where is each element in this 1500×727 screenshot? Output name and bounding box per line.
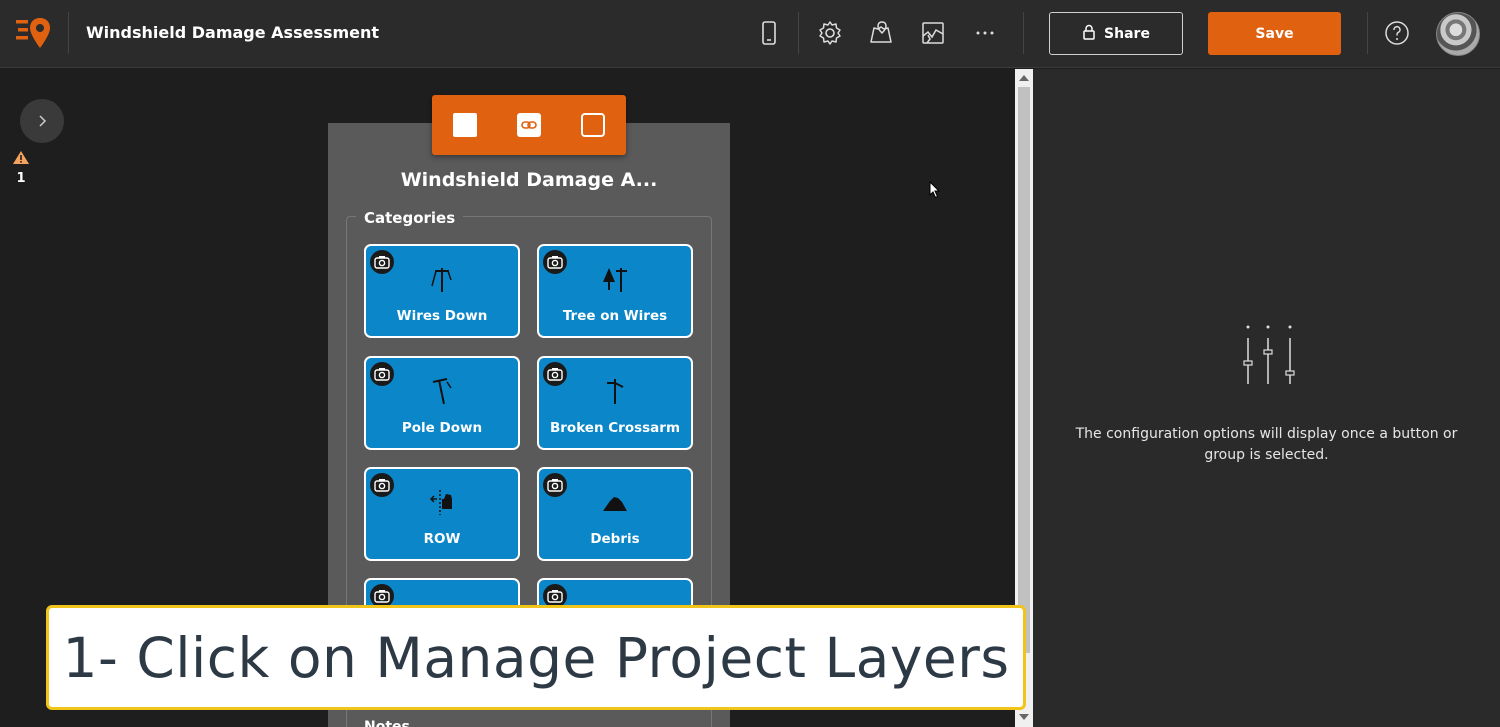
scrollbar-thumb[interactable] — [1018, 87, 1030, 653]
notes-group-label: Notes — [364, 719, 410, 727]
category-label: Tree on Wires — [562, 308, 668, 324]
category-label: Pole Down — [401, 420, 483, 436]
debris-icon — [598, 485, 632, 519]
warning-count: 1 — [16, 171, 26, 186]
category-button-broken-crossarm[interactable]: Broken Crossarm — [537, 356, 693, 450]
divider — [798, 12, 799, 54]
category-label: Debris — [590, 531, 640, 547]
scroll-up-arrow-icon[interactable] — [1019, 75, 1029, 81]
mouse-cursor-icon — [929, 180, 941, 203]
divider — [1023, 12, 1024, 54]
pole-down-icon — [425, 374, 459, 408]
divider — [68, 12, 69, 54]
preview-title: Windshield Damage A... — [400, 169, 658, 191]
category-button-debris[interactable]: Debris — [537, 467, 693, 561]
category-label: Broken Crossarm — [549, 420, 681, 436]
broken-crossarm-icon — [598, 374, 632, 408]
project-layers-icon[interactable] — [918, 18, 948, 48]
camera-icon — [543, 473, 567, 497]
share-button-label: Share — [1104, 25, 1150, 42]
categories-group-label: Categories — [356, 209, 464, 227]
expand-panel-button[interactable] — [20, 99, 64, 143]
category-button-wires-down[interactable]: Wires Down — [364, 244, 520, 338]
top-bar: Windshield Damage Assessment Share Save — [0, 0, 1500, 68]
camera-icon — [370, 362, 394, 386]
row-icon — [425, 485, 459, 519]
help-icon[interactable] — [1382, 18, 1412, 48]
map-icon[interactable] — [866, 18, 896, 48]
resize-icon[interactable] — [579, 111, 607, 139]
camera-icon — [370, 473, 394, 497]
category-button-row[interactable]: ROW — [364, 467, 520, 561]
scroll-down-arrow-icon[interactable] — [1019, 714, 1029, 720]
link-icon[interactable] — [515, 111, 543, 139]
camera-icon — [370, 250, 394, 274]
share-button[interactable]: Share — [1049, 12, 1183, 55]
category-button-tree-on-wires[interactable]: Tree on Wires — [537, 244, 693, 338]
app-title: Windshield Damage Assessment — [86, 23, 380, 42]
caption-text: 1- Click on Manage Project Layers — [62, 625, 1010, 690]
more-icon[interactable] — [970, 18, 1000, 48]
configuration-placeholder-text: The configuration options will display o… — [1075, 426, 1458, 463]
camera-icon — [543, 250, 567, 274]
phone-preview-icon[interactable] — [754, 18, 784, 48]
lock-icon — [1082, 24, 1096, 44]
element-toolbar — [432, 95, 626, 155]
category-label: Wires Down — [396, 308, 488, 324]
warning-icon — [12, 150, 30, 169]
wires-down-icon — [425, 262, 459, 296]
category-button-pole-down[interactable]: Pole Down — [364, 356, 520, 450]
app-logo-icon[interactable] — [14, 16, 54, 50]
configuration-panel: The configuration options will display o… — [1033, 69, 1500, 727]
warnings-indicator[interactable]: 1 — [11, 150, 31, 186]
tutorial-caption: 1- Click on Manage Project Layers — [46, 605, 1026, 710]
camera-icon — [543, 362, 567, 386]
sliders-icon — [1240, 324, 1296, 390]
category-label: ROW — [423, 531, 461, 547]
save-button[interactable]: Save — [1208, 12, 1341, 55]
divider — [1367, 12, 1368, 54]
settings-gear-icon[interactable] — [815, 18, 845, 48]
button-style-icon[interactable] — [451, 111, 479, 139]
user-avatar[interactable] — [1436, 12, 1480, 56]
chevron-right-icon — [37, 112, 47, 131]
tree-on-wires-icon — [598, 262, 632, 296]
